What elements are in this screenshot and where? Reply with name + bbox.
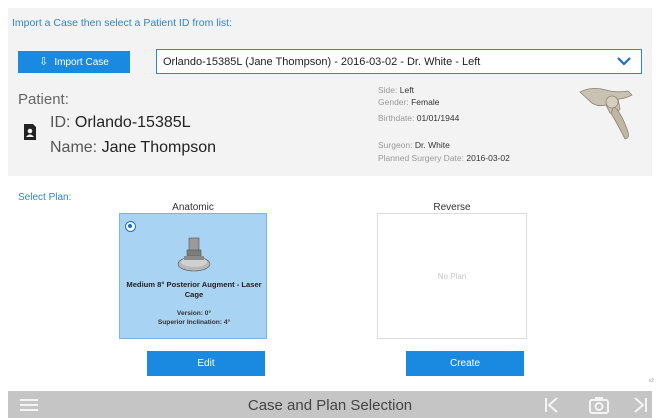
side-value: Left [399, 85, 414, 95]
bottom-bar: Case and Plan Selection [8, 391, 652, 418]
plan-radio-selected[interactable] [125, 221, 136, 232]
patient-id: ID: Orlando-15385L [50, 114, 191, 132]
surgeon-field: Surgeon: Dr. White [378, 140, 450, 150]
skip-back-icon[interactable] [542, 395, 562, 415]
surgery-date-field: Planned Surgery Date: 2016-03-02 [378, 153, 510, 163]
patient-id-value: Orlando-15385L [74, 114, 191, 131]
import-instruction: Import a Case then select a Patient ID f… [12, 17, 233, 29]
birthdate-value: 01/01/1944 [416, 113, 460, 123]
import-case-label: Import Case [54, 56, 109, 68]
select-plan-label: Select Plan: [18, 192, 72, 203]
shoulder-bone-icon [579, 88, 633, 140]
camera-icon[interactable] [588, 395, 610, 415]
import-icon: ⇩ [39, 55, 49, 68]
birthdate-field: Birthdate: 01/01/1944 [378, 113, 459, 123]
case-dropdown-value: Orlando-15385L (Jane Thompson) - 2016-03… [163, 55, 481, 68]
anatomic-plan-version: Version: 0° [176, 310, 212, 317]
surgeon-key: Surgeon: [378, 140, 413, 150]
patient-name-key: Name: [50, 139, 98, 156]
patient-name: Name: Jane Thompson [50, 139, 216, 157]
id-card-icon [24, 124, 36, 140]
patient-name-value: Jane Thompson [101, 139, 217, 156]
gender-field: Gender: Female [378, 97, 439, 107]
case-dropdown[interactable]: Orlando-15385L (Jane Thompson) - 2016-03… [156, 49, 642, 74]
skip-forward-icon[interactable] [630, 395, 650, 415]
anatomic-plan-card[interactable]: Medium 8° Posterior Augment - Laser Cage… [119, 213, 267, 339]
side-key: Side: [378, 85, 398, 95]
gender-value: Female [411, 97, 440, 107]
anatomic-plan-inclination: Superior Inclination: 4° [157, 319, 231, 326]
patient-section-label: Patient: [18, 91, 69, 108]
edit-button[interactable]: Edit [147, 351, 265, 376]
surgeon-value: Dr. White [414, 140, 450, 150]
side-field: Side: Left [378, 85, 414, 95]
gender-key: Gender: [378, 97, 409, 107]
birthdate-key: Birthdate: [378, 113, 415, 123]
chevron-down-icon[interactable] [615, 53, 633, 69]
reverse-column-title: Reverse [433, 202, 471, 213]
no-plan-text: No Plan [437, 272, 467, 281]
surgery-date-key: Planned Surgery Date: [378, 153, 464, 163]
surgery-date-value: 2016-03-02 [466, 153, 510, 163]
version-label: v2 [648, 378, 654, 384]
patient-id-key: ID: [50, 114, 71, 131]
import-case-button[interactable]: ⇩ Import Case [18, 51, 130, 73]
anatomic-plan-name: Medium 8° Posterior Augment - Laser Cage [126, 280, 262, 299]
implant-icon [177, 237, 211, 272]
create-button[interactable]: Create [406, 351, 524, 376]
anatomic-column-title: Anatomic [172, 202, 214, 213]
reverse-plan-card[interactable]: No Plan [377, 213, 527, 339]
